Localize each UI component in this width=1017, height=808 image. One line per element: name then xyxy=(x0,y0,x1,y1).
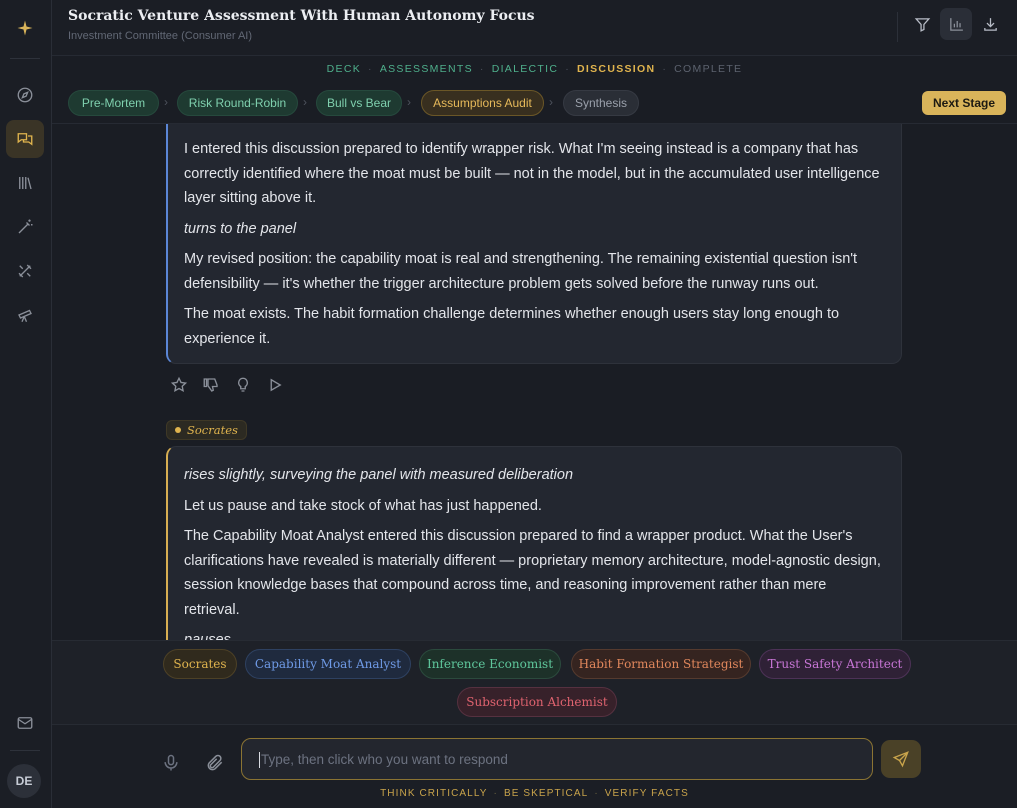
rail-divider xyxy=(10,750,40,751)
participant-picker: Socrates Capability Moat Analyst Inferen… xyxy=(52,640,1017,724)
participant-trust-safety-architect[interactable]: Trust Safety Architect xyxy=(759,649,911,679)
telescope-icon[interactable] xyxy=(6,296,44,334)
message-capability-moat-analyst: I entered this discussion prepared to id… xyxy=(166,124,902,364)
star-icon[interactable] xyxy=(170,376,188,394)
next-stage-button[interactable]: Next Stage xyxy=(922,91,1006,115)
chevron-right-icon: › xyxy=(164,95,168,109)
stage-bull-vs-bear[interactable]: Bull vs Bear xyxy=(316,90,402,116)
send-icon xyxy=(892,751,909,768)
stage-pre-mortem[interactable]: Pre-Mortem xyxy=(68,90,159,116)
message-paragraph: I entered this discussion prepared to id… xyxy=(184,141,880,206)
bar-chart-icon[interactable] xyxy=(940,8,972,40)
mail-icon[interactable] xyxy=(6,704,44,742)
sparkle-icon[interactable] xyxy=(6,9,44,47)
play-icon[interactable] xyxy=(266,376,284,394)
stage-direction: rises slightly, surveying the panel with… xyxy=(184,467,574,483)
page-title: Socratic Venture Assessment With Human A… xyxy=(68,8,535,24)
stage-direction: turns to the panel xyxy=(184,220,297,237)
speaker-dot xyxy=(175,427,181,433)
message-paragraph: Let us pause and take stock of what has … xyxy=(184,497,542,514)
stage-assumptions-audit[interactable]: Assumptions Audit xyxy=(421,90,544,116)
chevron-right-icon: › xyxy=(407,95,411,109)
chevron-right-icon: › xyxy=(549,95,553,109)
message-socrates: rises slightly, surveying the panel with… xyxy=(166,446,902,640)
download-icon[interactable] xyxy=(974,8,1006,40)
stage-risk-round-robin[interactable]: Risk Round-Robin xyxy=(177,90,298,116)
page-subtitle: Investment Committee (Consumer AI) xyxy=(68,30,253,42)
phase-deck[interactable]: DECK xyxy=(327,63,361,75)
footer-guidance: THINK CRITICALLY · BE SKEPTICAL · VERIFY FAC… xyxy=(380,788,689,799)
participant-inference-economist[interactable]: Inference Economist xyxy=(419,649,561,679)
chat-icon[interactable] xyxy=(6,120,44,158)
footer-item: VERIFY FACTS xyxy=(604,788,689,799)
phase-nav: DECK · ASSESSMENTS · DIALECTIC · DISCUSS… xyxy=(326,63,743,75)
message-paragraph: My revised position: the capability moat… xyxy=(184,251,858,292)
footer-item: THINK CRITICALLY xyxy=(380,788,488,799)
lightbulb-icon[interactable] xyxy=(234,376,252,394)
participant-subscription-alchemist[interactable]: Subscription Alchemist xyxy=(457,687,617,717)
participant-habit-formation-strategist[interactable]: Habit Formation Strategist xyxy=(571,649,751,679)
stage-direction: pauses xyxy=(184,632,231,640)
magic-wand-icon[interactable] xyxy=(6,208,44,246)
microphone-icon[interactable] xyxy=(161,753,181,773)
message-paragraph: The Capability Moat Analyst entered this… xyxy=(184,528,881,618)
participant-socrates[interactable]: Socrates xyxy=(163,649,237,679)
phase-discussion[interactable]: DISCUSSION xyxy=(577,63,655,75)
phase-assessments[interactable]: ASSESSMENTS xyxy=(380,63,473,75)
speaker-name: Socrates xyxy=(187,423,238,437)
filter-icon[interactable] xyxy=(906,8,938,40)
stage-synthesis[interactable]: Synthesis xyxy=(563,90,639,116)
message-input-placeholder: Type, then click who you want to respond xyxy=(261,752,508,767)
app-window: DE Socratic Venture Assessment With Huma… xyxy=(0,0,1017,808)
phase-complete[interactable]: COMPLETE xyxy=(674,63,742,75)
footer-item: BE SKEPTICAL xyxy=(503,788,589,799)
composer: Type, then click who you want to respond… xyxy=(52,724,1017,808)
message-paragraph: The moat exists. The habit formation cha… xyxy=(184,306,840,347)
rail-divider xyxy=(10,58,40,59)
participant-capability-moat-analyst[interactable]: Capability Moat Analyst xyxy=(245,649,411,679)
avatar[interactable]: DE xyxy=(7,764,41,798)
stages-bar: Pre-Mortem › Risk Round-Robin › Bull vs … xyxy=(52,82,1017,124)
chevron-right-icon: › xyxy=(303,95,307,109)
header: Socratic Venture Assessment With Human A… xyxy=(52,0,1017,56)
header-divider xyxy=(897,12,898,42)
speaker-label: Socrates xyxy=(166,420,247,440)
tools-icon[interactable] xyxy=(6,252,44,290)
thumbs-down-icon[interactable] xyxy=(202,376,220,394)
left-rail: DE xyxy=(0,0,52,808)
conversation: I entered this discussion prepared to id… xyxy=(52,124,1017,640)
paperclip-icon[interactable] xyxy=(205,753,225,773)
send-button[interactable] xyxy=(881,740,921,778)
text-caret xyxy=(259,752,260,768)
message-actions xyxy=(170,376,284,394)
phase-dialectic[interactable]: DIALECTIC xyxy=(492,63,559,75)
message-input[interactable]: Type, then click who you want to respond xyxy=(241,738,873,780)
library-icon[interactable] xyxy=(6,164,44,202)
compass-icon[interactable] xyxy=(6,76,44,114)
